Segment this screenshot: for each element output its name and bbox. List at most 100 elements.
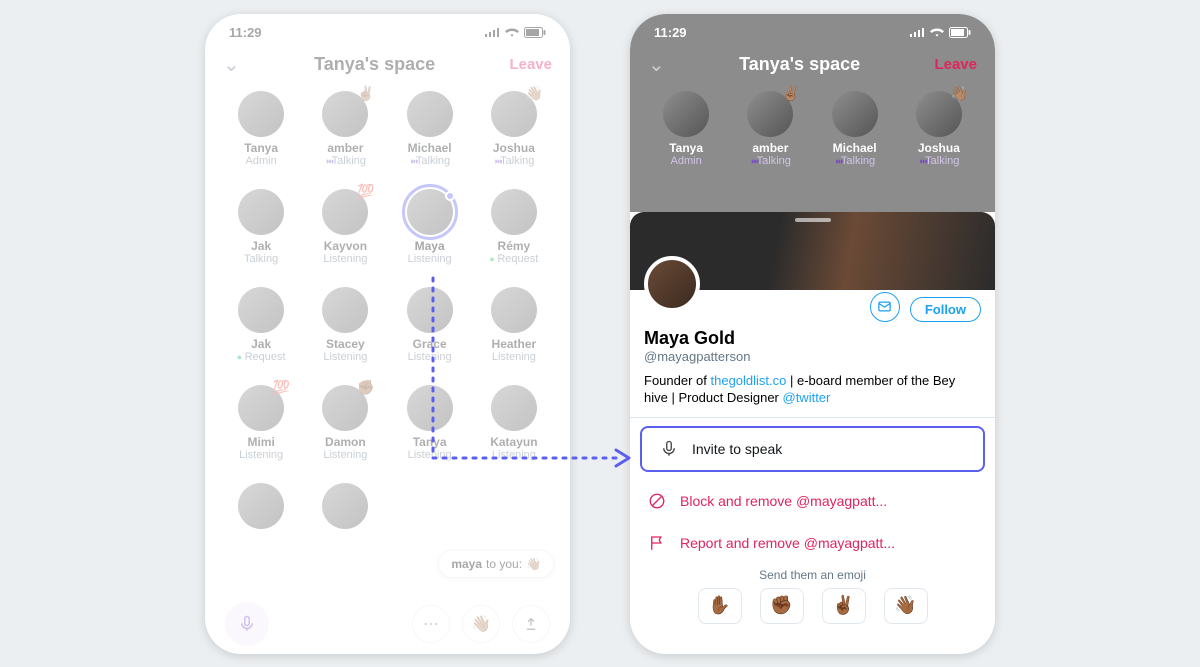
participant[interactable]: 👋🏽JoshuaTalking — [472, 91, 556, 167]
emoji-button[interactable]: ✌🏾 — [822, 588, 866, 624]
participant[interactable] — [303, 483, 387, 529]
profile-avatar[interactable] — [644, 256, 700, 312]
participant[interactable]: GraceListening — [388, 287, 472, 363]
participant-avatar[interactable] — [407, 91, 453, 137]
participant[interactable]: 💯 MimiListening — [219, 385, 303, 461]
participant-avatar[interactable] — [663, 91, 709, 137]
profile-sheet: Follow Maya Gold @mayagpatterson Founder… — [630, 212, 995, 654]
participant-name: Mimi — [247, 435, 274, 449]
participant[interactable]: MichaelTalking — [388, 91, 472, 167]
participant-avatar[interactable]: 👋🏽 — [916, 91, 962, 137]
sheet-handle[interactable] — [795, 218, 831, 222]
participant-avatar[interactable]: ✊🏾 — [322, 385, 368, 431]
reaction-badge: 👋🏽 — [525, 85, 542, 102]
participant[interactable]: TanyaAdmin — [219, 91, 303, 167]
follow-button[interactable]: Follow — [910, 297, 981, 322]
participant[interactable]: 👋🏽JoshuaTalking — [897, 91, 981, 167]
chevron-down-icon[interactable]: ⌄ — [223, 52, 240, 77]
leave-button[interactable]: Leave — [509, 56, 552, 73]
participant-avatar[interactable] — [491, 189, 537, 235]
phone-right: 11:29 ⌄ Tanya's space Leave TanyaAdmin✌🏽… — [630, 14, 995, 654]
participant-avatar[interactable] — [491, 287, 537, 333]
participant-avatar[interactable] — [832, 91, 878, 137]
emoji-button[interactable]: ✋🏾 — [698, 588, 742, 624]
emoji-row: ✋🏾 ✊🏾 ✌🏾 👋🏾 — [630, 582, 995, 634]
participant-name: Joshua — [918, 141, 960, 155]
participant-status: Listening — [408, 449, 452, 461]
participant[interactable]: ✌🏽amberTalking — [303, 91, 387, 167]
share-button[interactable] — [512, 605, 550, 643]
block-icon — [648, 492, 666, 510]
participant-avatar[interactable] — [238, 483, 284, 529]
participant-avatar[interactable] — [238, 287, 284, 333]
participant-avatar[interactable]: ✌🏽 — [747, 91, 793, 137]
participant-status: Listening — [492, 449, 536, 461]
participant[interactable]: TanyaAdmin — [644, 91, 728, 167]
report-remove-button[interactable]: Report and remove @mayagpatt... — [630, 522, 995, 564]
wave-button[interactable]: 👋🏽 — [462, 605, 500, 643]
emoji-button[interactable]: 👋🏾 — [884, 588, 928, 624]
bottom-bar: ⋯ 👋🏽 — [205, 594, 570, 654]
participant-status: Request — [237, 351, 286, 363]
participant[interactable]: RémyRequest — [472, 189, 556, 265]
participant-avatar[interactable] — [407, 287, 453, 333]
profile-bio: Founder of thegoldlist.co | e-board memb… — [630, 372, 995, 418]
reaction-badge: ✊🏾 — [357, 379, 374, 396]
participant-avatar[interactable] — [407, 189, 453, 235]
participant[interactable]: JakTalking — [219, 189, 303, 265]
emoji-button[interactable]: ✊🏾 — [760, 588, 804, 624]
participant[interactable]: ✊🏾DamonListening — [303, 385, 387, 461]
participant-avatar[interactable]: 💯 — [238, 385, 284, 431]
participant-name: Tanya — [669, 141, 703, 155]
space-header: ⌄ Tanya's space Leave — [205, 44, 570, 91]
invite-to-speak-button[interactable]: Invite to speak — [640, 426, 985, 472]
participant[interactable]: MichaelTalking — [813, 91, 897, 167]
message-button[interactable] — [870, 292, 900, 322]
participant[interactable]: JakRequest — [219, 287, 303, 363]
participant-avatar[interactable] — [322, 483, 368, 529]
participant[interactable] — [219, 483, 303, 529]
participant-avatar[interactable] — [238, 189, 284, 235]
participant-avatar[interactable] — [238, 91, 284, 137]
participant-avatar[interactable] — [322, 287, 368, 333]
participant-avatar[interactable]: 💯 — [322, 189, 368, 235]
participant-avatar[interactable] — [407, 385, 453, 431]
bio-link[interactable]: thegoldlist.co — [711, 373, 787, 388]
status-bar: 11:29 — [630, 22, 995, 44]
participant-name: Tanya — [244, 141, 278, 155]
participant-status: Listening — [408, 253, 452, 265]
mic-button[interactable] — [225, 602, 269, 646]
bio-mention[interactable]: @twitter — [783, 390, 831, 405]
chevron-down-icon[interactable]: ⌄ — [648, 52, 665, 77]
participant-name: Rémy — [498, 239, 531, 253]
participant[interactable]: MayaListening — [388, 189, 472, 265]
block-remove-button[interactable]: Block and remove @mayagpatt... — [630, 480, 995, 522]
participant[interactable]: TanyaListening — [388, 385, 472, 461]
participant-name: Kayvon — [324, 239, 367, 253]
participant-name: Tanya — [413, 435, 447, 449]
participant-avatar[interactable]: ✌🏽 — [322, 91, 368, 137]
participant-status: Talking — [493, 155, 534, 167]
participant[interactable]: 💯KayvonListening — [303, 189, 387, 265]
participants-grid: TanyaAdmin✌🏽amberTalkingMichaelTalking👋🏽… — [205, 91, 570, 529]
participant[interactable]: ✌🏽amberTalking — [728, 91, 812, 167]
participant[interactable]: KatayunListening — [472, 385, 556, 461]
space-title: Tanya's space — [314, 54, 435, 75]
participant[interactable]: HeatherListening — [472, 287, 556, 363]
participant-name: Maya — [415, 239, 445, 253]
status-icons — [484, 27, 546, 38]
status-icons — [909, 27, 971, 38]
participant-status: Talking — [409, 155, 450, 167]
flag-icon — [648, 534, 666, 552]
more-button[interactable]: ⋯ — [412, 605, 450, 643]
participant-avatar[interactable] — [491, 385, 537, 431]
reaction-badge: 💯 — [357, 183, 374, 200]
status-bar: 11:29 — [205, 22, 570, 44]
participant-status: Listening — [239, 449, 283, 461]
leave-button[interactable]: Leave — [934, 56, 977, 73]
participant-status: Listening — [323, 351, 367, 363]
phone-left: 11:29 ⌄ Tanya's space Leave TanyaAdmin✌🏽… — [205, 14, 570, 654]
participant-avatar[interactable]: 👋🏽 — [491, 91, 537, 137]
participant[interactable]: StaceyListening — [303, 287, 387, 363]
participant-name: Stacey — [326, 337, 365, 351]
